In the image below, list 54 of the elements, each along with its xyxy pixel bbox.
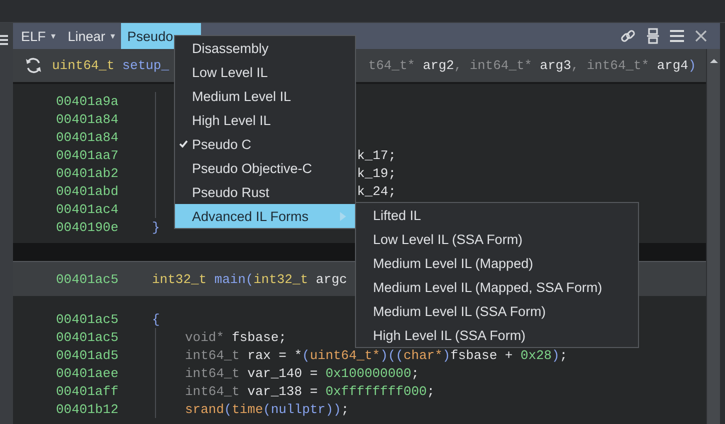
menu-item[interactable]: High Level IL (SSA Form)	[356, 323, 638, 347]
menu-icon[interactable]	[670, 30, 684, 42]
function-signature: uint64_t setup_	[52, 58, 170, 73]
caret-icon: ▾	[110, 31, 116, 41]
link-icon[interactable]	[620, 28, 636, 44]
menu-item[interactable]: Pseudo Objective-C	[175, 156, 355, 180]
address-text: 00401a84	[56, 130, 120, 144]
function-signature: int32_t main(int32_t argc	[152, 272, 348, 286]
code-line: void* fsbase;	[185, 330, 286, 344]
caret-icon: ▾	[50, 31, 56, 41]
split-icon[interactable]	[647, 28, 659, 44]
scrollbar[interactable]	[706, 49, 720, 424]
menu-item[interactable]: Medium Level IL (SSA Form)	[356, 299, 638, 323]
menu-item[interactable]: Lifted IL	[356, 203, 638, 227]
address-text: 00401ac5	[56, 330, 120, 344]
address-text: 00401ad5	[56, 348, 120, 362]
code-line: k_17;	[357, 148, 396, 162]
code-line: {	[152, 312, 160, 326]
menu-item[interactable]: Advanced IL Forms	[175, 204, 355, 228]
address-text: 0040190e	[56, 220, 120, 234]
code-line: k_24;	[357, 184, 396, 198]
address-text: 00401ac4	[56, 202, 120, 216]
code-line: srand(time(nullptr));	[185, 402, 349, 416]
code-line: int64_t var_138 = 0xffffffff000;	[185, 384, 435, 398]
address-text: 00401a9a	[56, 94, 120, 108]
address-text: 00401aa7	[56, 148, 120, 162]
address-text: 00401b12	[56, 402, 120, 416]
address-text: 00401ab2	[56, 166, 120, 180]
view-tab[interactable]: ELF ▾	[15, 23, 62, 49]
checkmark-icon	[179, 140, 188, 148]
menu-item[interactable]: Medium Level IL	[175, 84, 355, 108]
close-icon[interactable]	[695, 30, 707, 42]
refresh-icon[interactable]	[25, 57, 42, 74]
address-text: 00401abd	[56, 184, 120, 198]
address-text: 00401aee	[56, 366, 120, 380]
menu-item[interactable]: Low Level IL	[175, 60, 355, 84]
code-line: k_19;	[357, 166, 396, 180]
code-line: }	[152, 220, 160, 234]
function-signature: t64_t* arg2, int64_t* arg3, int64_t* arg4)	[368, 58, 697, 73]
menu-icon[interactable]	[0, 35, 8, 45]
view-tab[interactable]: Linear ▾	[62, 23, 122, 49]
code-line: int64_t var_140 = 0x100000000;	[185, 366, 420, 380]
code-line: int64_t rax = *(uint64_t*)((char*)fsbase + 0x28);	[185, 348, 568, 362]
menu-item[interactable]: High Level IL	[175, 108, 355, 132]
address-text: 00401ac5	[56, 312, 120, 326]
menu-item[interactable]: Pseudo Rust	[175, 180, 355, 204]
menu-item[interactable]: Medium Level IL (Mapped, SSA Form)	[356, 275, 638, 299]
menu-item[interactable]: Low Level IL (SSA Form)	[356, 227, 638, 251]
scroll-up-icon[interactable]	[708, 57, 718, 65]
address-text: 00401aff	[56, 384, 120, 398]
address-text: 00401a84	[56, 112, 120, 126]
menu-item[interactable]: Medium Level IL (Mapped)	[356, 251, 638, 275]
menu-item[interactable]: Pseudo C	[175, 132, 355, 156]
address-text: 00401ac5	[56, 272, 120, 286]
